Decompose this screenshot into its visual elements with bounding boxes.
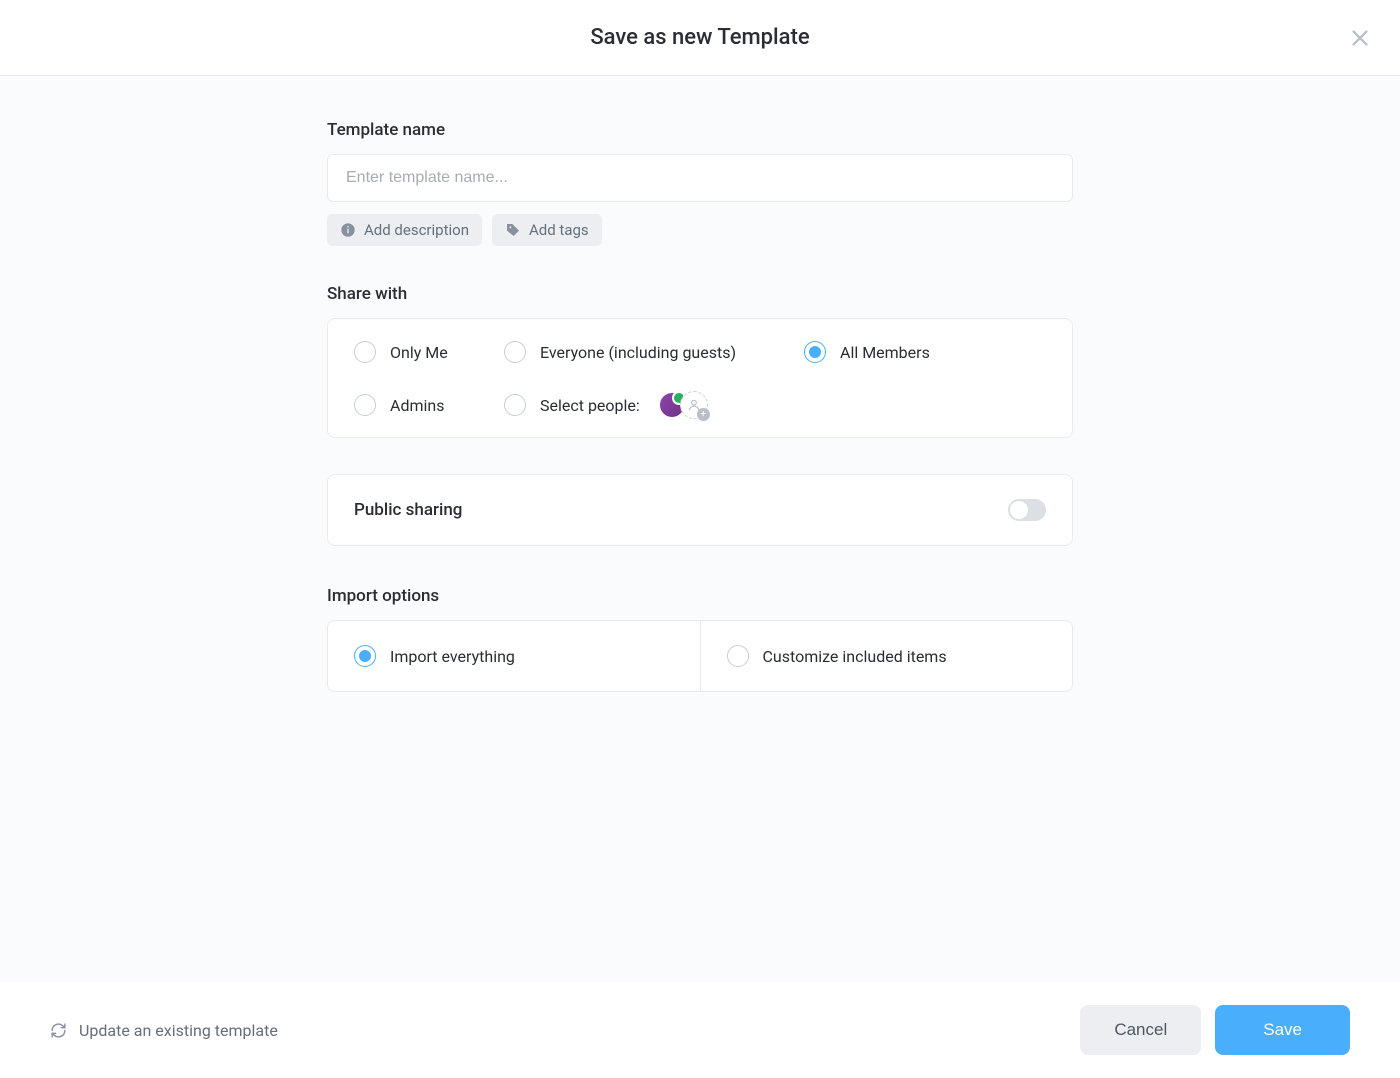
close-icon	[1349, 27, 1371, 49]
import-options-label: Import options	[327, 586, 1073, 606]
share-with-label: Share with	[327, 284, 1073, 304]
info-icon	[340, 222, 356, 238]
share-card: Only Me Everyone (including guests) All …	[327, 318, 1073, 438]
add-tags-button[interactable]: Add tags	[492, 214, 602, 246]
radio-icon	[727, 645, 749, 667]
import-card: Import everything Customize included ite…	[327, 620, 1073, 692]
dialog-title: Save as new Template	[590, 25, 809, 50]
radio-all-members[interactable]: All Members	[804, 341, 1046, 363]
add-tags-label: Add tags	[529, 221, 589, 239]
radio-icon	[504, 394, 526, 416]
radio-icon	[354, 394, 376, 416]
import-everything-label: Import everything	[390, 647, 515, 666]
radio-admins-label: Admins	[390, 396, 444, 415]
dialog-header: Save as new Template	[0, 0, 1400, 76]
cancel-button[interactable]: Cancel	[1080, 1005, 1201, 1055]
update-existing-template-label: Update an existing template	[79, 1021, 278, 1040]
dialog-footer: Update an existing template Cancel Save	[0, 982, 1400, 1078]
toggle-knob	[1010, 501, 1028, 519]
update-existing-template-link[interactable]: Update an existing template	[50, 1021, 278, 1040]
radio-admins[interactable]: Admins	[354, 394, 504, 416]
template-name-input[interactable]	[327, 154, 1073, 202]
radio-icon-selected	[354, 645, 376, 667]
add-description-button[interactable]: Add description	[327, 214, 482, 246]
radio-select-people[interactable]: Select people: +	[504, 391, 804, 419]
radio-only-me-label: Only Me	[390, 343, 448, 362]
radio-only-me[interactable]: Only Me	[354, 341, 504, 363]
people-chips: +	[658, 391, 708, 419]
close-button[interactable]	[1346, 24, 1374, 52]
radio-select-people-label: Select people:	[540, 396, 640, 415]
tag-icon	[505, 222, 521, 238]
template-name-label: Template name	[327, 120, 1073, 140]
dialog-body: Template name Add description Add tags S…	[0, 76, 1400, 982]
radio-everyone-label: Everyone (including guests)	[540, 343, 736, 362]
radio-icon	[354, 341, 376, 363]
plus-icon: +	[697, 408, 710, 421]
import-customize-option[interactable]: Customize included items	[701, 621, 1073, 691]
add-person-button[interactable]: +	[680, 391, 708, 419]
radio-icon-selected	[804, 341, 826, 363]
radio-everyone[interactable]: Everyone (including guests)	[504, 341, 804, 363]
radio-icon	[504, 341, 526, 363]
import-customize-label: Customize included items	[763, 647, 947, 666]
radio-all-members-label: All Members	[840, 343, 930, 362]
refresh-icon	[50, 1022, 67, 1039]
public-sharing-label: Public sharing	[354, 500, 462, 520]
import-everything-option[interactable]: Import everything	[328, 621, 701, 691]
public-sharing-toggle[interactable]	[1008, 499, 1046, 521]
public-sharing-card: Public sharing	[327, 474, 1073, 546]
add-description-label: Add description	[364, 221, 469, 239]
save-button[interactable]: Save	[1215, 1005, 1350, 1055]
